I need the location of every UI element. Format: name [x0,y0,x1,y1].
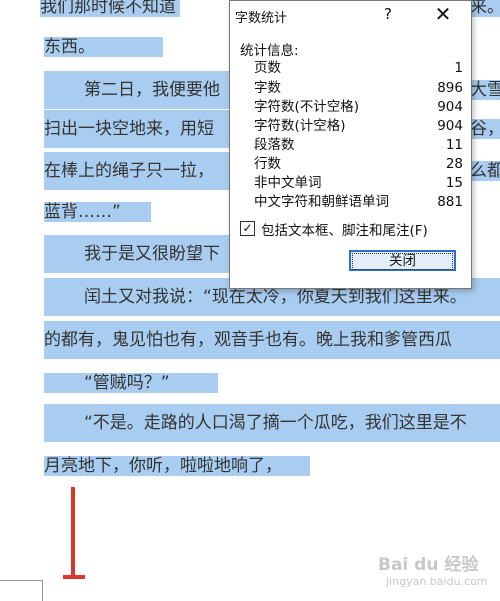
help-icon[interactable]: ? [379,5,397,23]
red-annotation-foot [63,575,85,579]
doc-line-4-right: 谷， [470,110,500,148]
word-count-dialog: 字数统计 ? ✕ 统计信息: 页数 1 字数 896 字符数(不计空格) 904… [229,0,472,289]
doc-line-1-right: 来。 [470,0,500,26]
stat-row-chars-no-spaces: 字符数(不计空格) 904 [254,99,463,115]
doc-line-3-right: 大雪下 [470,71,500,109]
doc-line-7: 我于是又很盼望下 [44,235,233,273]
include-textbox-checkbox[interactable]: ✓ [240,221,255,236]
include-textbox-label[interactable]: 包括文本框、脚注和尾注(F) [261,219,428,239]
page-corner-mark [0,580,43,601]
stat-row-chars-with-spaces: 字符数(计空格) 904 [254,118,463,134]
doc-line-12: 月亮地下，你听，啦啦地响了， [44,447,310,485]
doc-line-11: “不是。走路的人口渴了摘一个瓜吃，我们这里是不 [44,404,500,442]
stat-row-words: 字数 896 [254,80,463,96]
stat-row-lines: 行数 28 [254,156,463,172]
doc-line-4: 扫出一块空地来，用短 [44,110,233,148]
stat-row-pages: 页数 1 [254,60,463,76]
doc-line-5: 在棒上的绳子只一拉， [44,152,233,190]
doc-line-3: 第二日，我便要他 [44,71,233,109]
doc-line-2: 东西。 [44,28,163,66]
close-icon[interactable]: ✕ [428,2,458,26]
doc-line-1: 我们那时候不知道 [40,0,180,26]
close-button-label: 关闭 [352,253,453,270]
red-annotation-line [71,487,75,579]
doc-line-10: “管贼吗？” [44,364,218,402]
stats-header: 统计信息: [240,43,299,59]
stat-row-non-chinese-words: 非中文单词 15 [254,175,463,191]
close-button[interactable]: 关闭 [349,250,456,271]
stat-row-cjk-chars: 中文字符和朝鲜语单词 881 [254,194,463,210]
doc-line-5-right: 么都 [470,152,500,190]
baidu-watermark-logo: Bai du 经验 [378,555,479,575]
doc-line-9: 的都有，鬼见怕也有，观音手也有。晚上我和爹管西瓜 [44,321,500,359]
doc-line-6: 蓝背……” [44,193,151,231]
dialog-title: 字数统计 [235,11,288,26]
stat-row-paragraphs: 段落数 11 [254,137,463,153]
baidu-watermark-url: jingyan.baidu.com [386,575,488,588]
